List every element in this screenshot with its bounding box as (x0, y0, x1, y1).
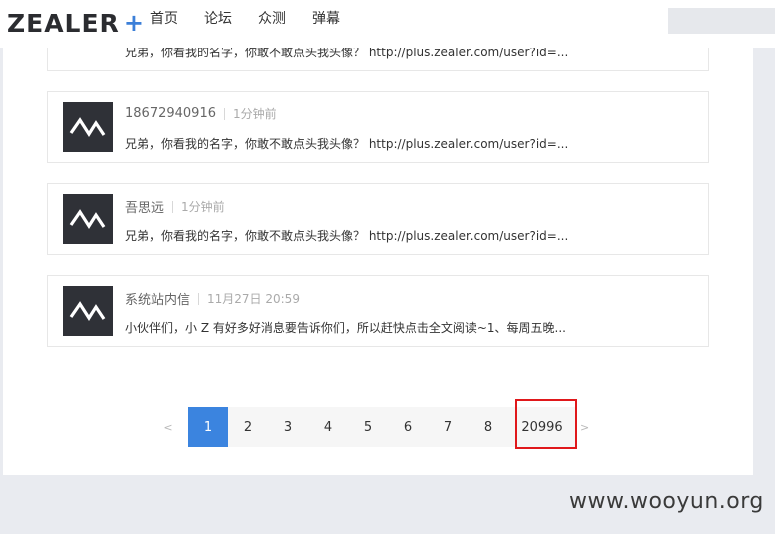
message-item[interactable]: 吾思远 1分钟前 兄弟，你看我的名字，你敢不敢点头我头像？ http://plu… (47, 183, 709, 255)
message-author[interactable]: 系统站内信 (125, 289, 190, 308)
page-button-7[interactable]: 7 (428, 407, 468, 447)
message-text[interactable]: 兄弟，你看我的名字，你敢不敢点头我头像？ http://plus.zealer.… (125, 227, 568, 244)
message-meta: 系统站内信 11月27日 20:59 (125, 289, 300, 308)
message-meta: 吾思远 1分钟前 (125, 197, 225, 216)
message-item[interactable]: 18672940916 1分钟前 兄弟，你看我的名字，你敢不敢点头我头像？ ht… (47, 91, 709, 163)
search-input[interactable] (668, 8, 775, 34)
zealer-zigzag-icon (69, 209, 106, 229)
zealer-logo[interactable]: ZEALER + (7, 6, 144, 40)
divider (223, 107, 225, 120)
last-page-button[interactable]: 20996 (508, 407, 576, 447)
avatar[interactable] (63, 194, 113, 244)
nav-item-testing[interactable]: 众测 (258, 9, 286, 29)
nav-item-danmaku[interactable]: 弹幕 (312, 9, 340, 29)
message-author[interactable]: 18672940916 (125, 106, 216, 121)
message-meta: 18672940916 1分钟前 (125, 105, 277, 122)
message-text[interactable]: 兄弟，你看我的名字，你敢不敢点头我头像？ http://plus.zealer.… (125, 135, 568, 152)
message-author[interactable]: 吾思远 (125, 197, 164, 216)
message-time: 1分钟前 (181, 200, 225, 214)
message-text[interactable]: 小伙伴们，小 Z 有好多好消息要告诉你们，所以赶快点击全文阅读~1、每周五晚..… (125, 319, 566, 336)
logo-text: ZEALER (7, 8, 120, 38)
pagination: < 1 2 3 4 5 6 7 8 20996 > (148, 407, 600, 447)
page-button-3[interactable]: 3 (268, 407, 308, 447)
nav-item-home[interactable]: 首页 (150, 9, 178, 29)
top-navigation-bar: ZEALER + 首页 论坛 众测 弹幕 (0, 0, 775, 48)
watermark: www.wooyun.org (569, 489, 764, 514)
divider (198, 292, 200, 305)
page-button-5[interactable]: 5 (348, 407, 388, 447)
main-nav: 首页 论坛 众测 弹幕 (150, 9, 340, 29)
page-button-4[interactable]: 4 (308, 407, 348, 447)
message-time: 11月27日 20:59 (207, 292, 300, 306)
nav-item-forum[interactable]: 论坛 (204, 9, 232, 29)
divider (172, 200, 174, 213)
page-button-1[interactable]: 1 (188, 407, 228, 447)
zealer-zigzag-icon (69, 301, 106, 321)
avatar[interactable] (63, 286, 113, 336)
avatar[interactable] (63, 102, 113, 152)
message-item[interactable]: 系统站内信 11月27日 20:59 小伙伴们，小 Z 有好多好消息要告诉你们，… (47, 275, 709, 347)
plus-icon: + (123, 9, 144, 37)
prev-page-button[interactable]: < (148, 407, 188, 447)
message-time: 1分钟前 (232, 107, 277, 121)
zealer-zigzag-icon (69, 117, 106, 137)
next-page-button[interactable]: > (576, 407, 600, 447)
page-button-2[interactable]: 2 (228, 407, 268, 447)
page-button-8[interactable]: 8 (468, 407, 508, 447)
page-button-6[interactable]: 6 (388, 407, 428, 447)
